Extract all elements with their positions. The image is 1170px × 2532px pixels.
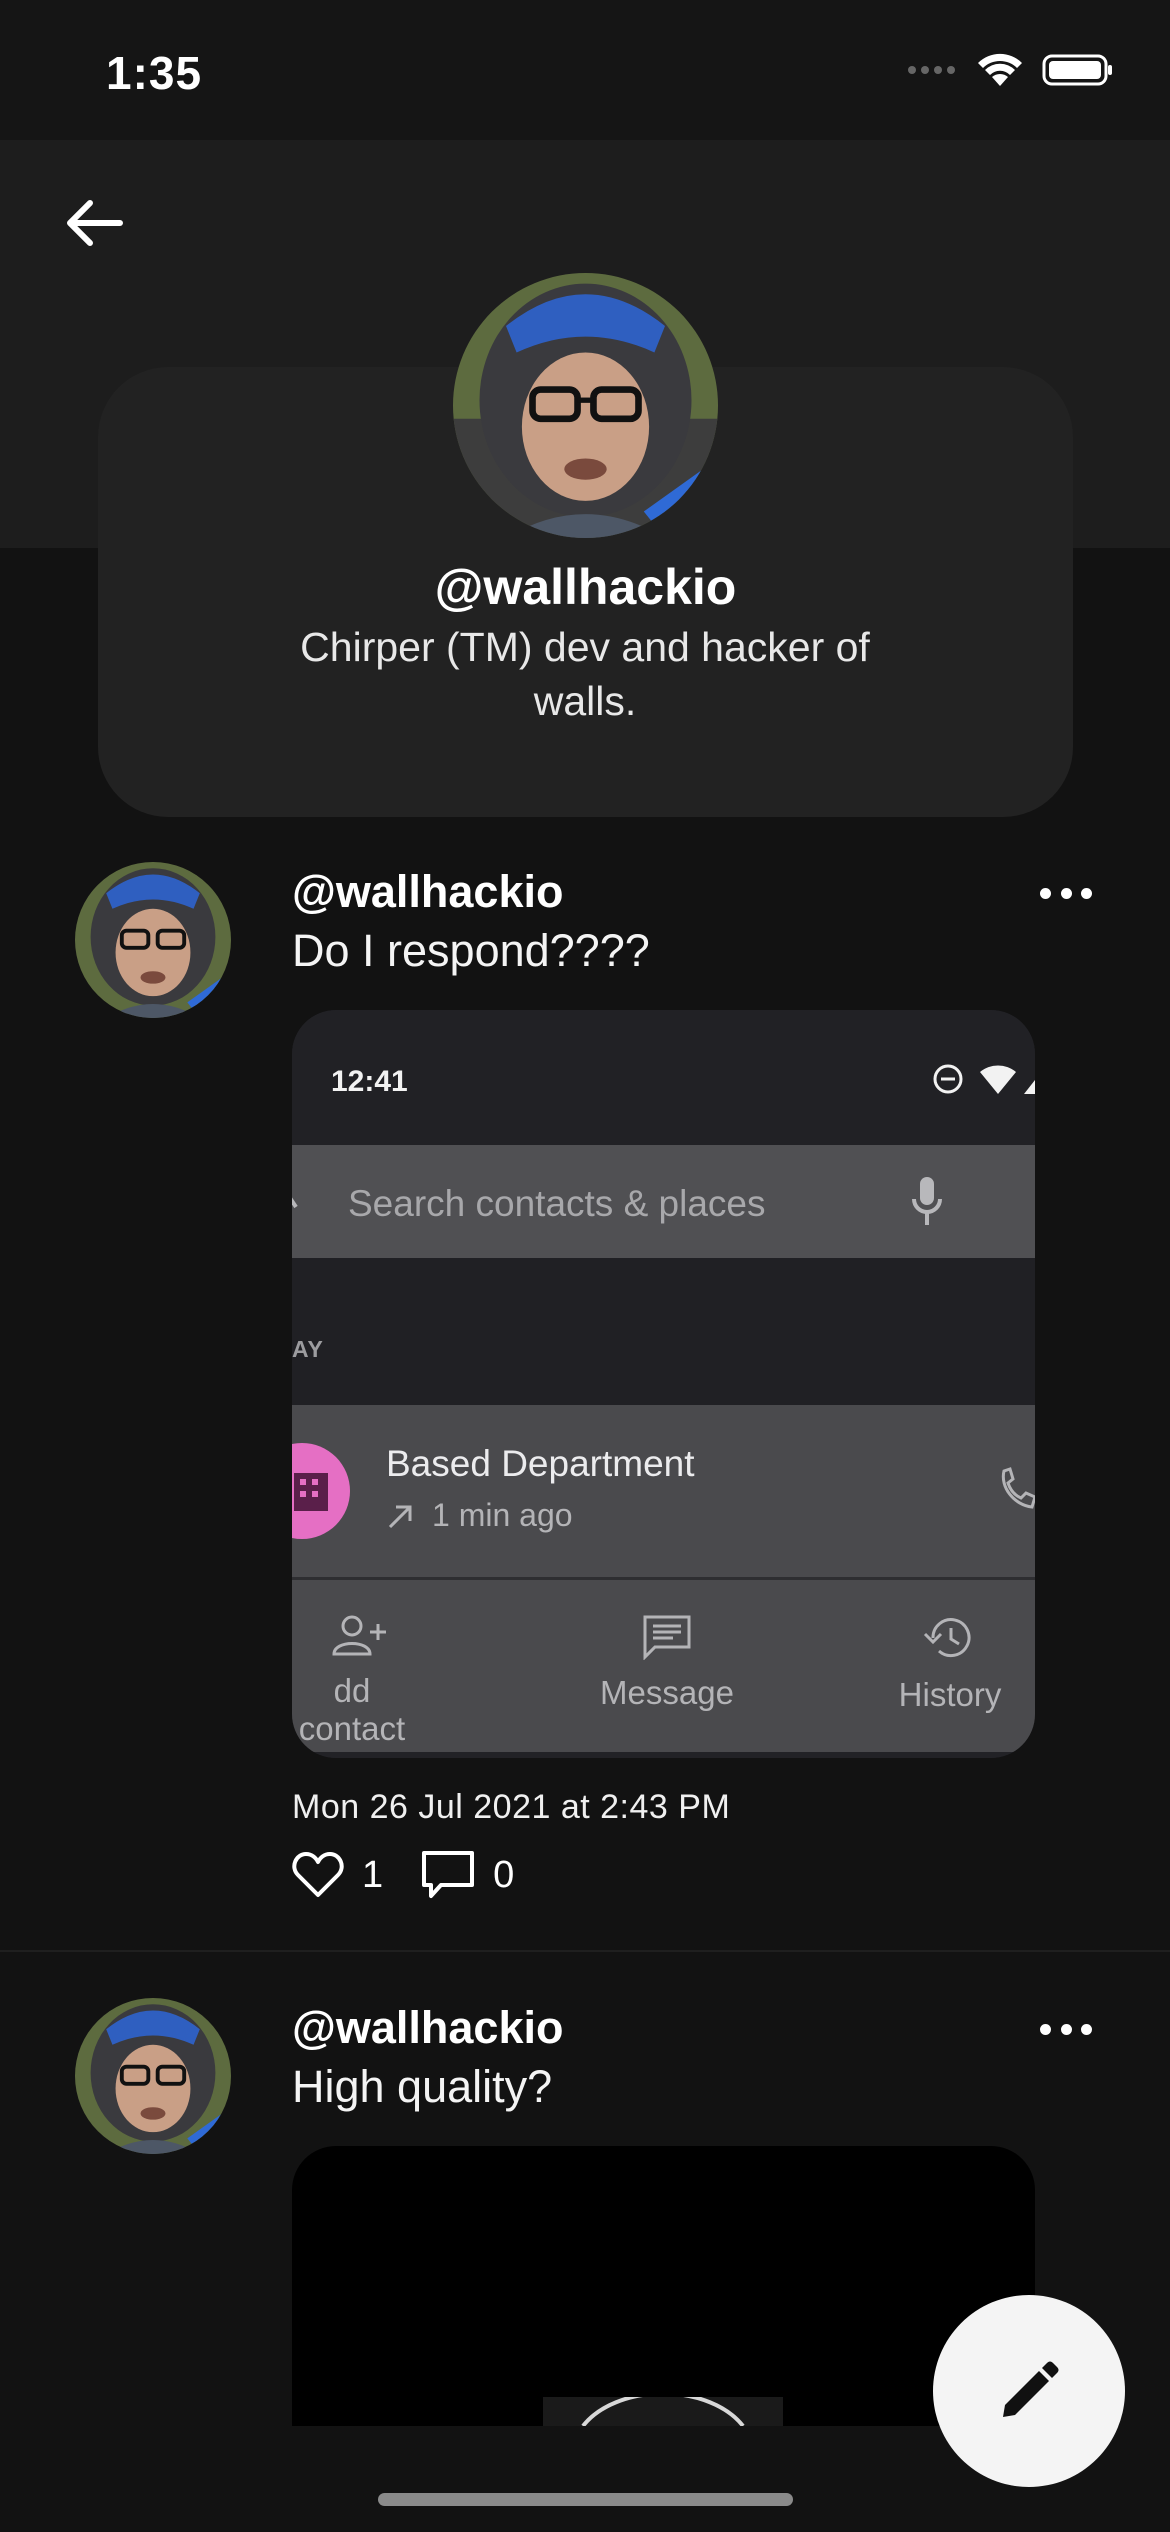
loading-arc-icon	[581, 2391, 745, 2426]
profile-avatar[interactable]	[453, 273, 718, 538]
dnd-icon	[933, 1064, 963, 1094]
embed-action-label: Message	[600, 1674, 734, 1711]
more-dot	[1081, 887, 1092, 899]
more-dot	[1060, 2023, 1072, 2035]
post-video[interactable]	[292, 2146, 1035, 2426]
embed-action-add-contact: dd contact	[292, 1580, 412, 1752]
embed-search-placeholder: Search contacts & places	[348, 1183, 766, 1224]
post-handle[interactable]: @wallhackio	[292, 2002, 563, 2054]
embed-time: 12:41	[331, 1065, 408, 1098]
history-icon	[923, 1618, 971, 1658]
post-text: High quality?	[292, 2061, 553, 2112]
post-avatar[interactable]	[75, 1998, 231, 2154]
profile-handle: @wallhackio	[434, 559, 737, 615]
more-horizontal-icon	[1040, 2023, 1051, 2035]
post-avatar[interactable]	[75, 862, 231, 1018]
building-icon	[292, 1443, 350, 1539]
post-stats: 1 0	[292, 1845, 552, 1905]
status-bar: 1:35	[0, 0, 1170, 140]
post-image[interactable]: 12:41 Search contacts & places AY Based …	[292, 1010, 1035, 1758]
embed-contact-time: 1 min ago	[432, 1497, 573, 1533]
embed-wifi-icon	[980, 1065, 1035, 1094]
compose-button[interactable]	[933, 2295, 1125, 2487]
battery-icon	[1042, 54, 1112, 86]
heart-icon[interactable]	[292, 1851, 344, 1899]
phone-icon	[1001, 1467, 1035, 1509]
signal-icon	[908, 66, 955, 74]
more-dot	[1060, 887, 1072, 899]
embed-action-message: Message	[582, 1580, 752, 1752]
embed-action-label: dd contact	[298, 1672, 406, 1747]
embed-action-label: History	[898, 1676, 1002, 1713]
status-time: 1:35	[106, 47, 203, 99]
post-divider	[0, 1950, 1170, 1952]
mic-icon	[912, 1177, 942, 1225]
back-button[interactable]	[60, 195, 130, 251]
wifi-icon	[978, 53, 1022, 86]
status-icons	[906, 52, 1114, 88]
embed-actions: dd contact Message History	[292, 1580, 1035, 1752]
video-thumbnail	[543, 2391, 783, 2426]
arrow-left-icon	[67, 200, 123, 246]
avatar-image	[75, 1998, 231, 2154]
embed-contact-sub: 1 min ago	[386, 1497, 573, 1534]
add-person-icon	[332, 1615, 386, 1656]
more-options-button[interactable]	[1040, 882, 1092, 904]
home-indicator	[378, 2493, 793, 2506]
embed-call-row: Based Department 1 min ago	[292, 1405, 1035, 1577]
more-horizontal-icon	[1040, 887, 1051, 899]
embed-section: AY	[292, 1258, 1035, 1405]
post-timestamp: Mon 26 Jul 2021 at 2:43 PM	[292, 1788, 731, 1826]
post-text: Do I respond????	[292, 925, 650, 976]
profile-bio: Chirper (TM) dev and hacker of walls.	[300, 624, 870, 724]
search-icon	[292, 1197, 298, 1209]
embed-section-label: AY	[292, 1336, 324, 1362]
comment-count: 0	[493, 1853, 515, 1896]
pencil-icon	[1003, 2361, 1059, 2417]
embed-status-bar: 12:41	[292, 1010, 1035, 1145]
post-handle[interactable]: @wallhackio	[292, 866, 563, 918]
avatar-image	[75, 862, 231, 1018]
embed-contact-name: Based Department	[386, 1443, 695, 1484]
more-options-button[interactable]	[1040, 2018, 1092, 2040]
avatar-image	[453, 273, 718, 538]
outgoing-call-icon	[388, 1505, 412, 1528]
embed-search-bar: Search contacts & places	[292, 1145, 1035, 1258]
more-dot	[1081, 2023, 1092, 2035]
message-icon	[643, 1615, 691, 1660]
building-glyph	[294, 1473, 328, 1511]
like-count: 1	[362, 1853, 384, 1896]
embed-action-history: History	[890, 1580, 1010, 1752]
comment-icon[interactable]	[421, 1850, 475, 1900]
embed-bottom	[292, 1752, 1035, 1758]
